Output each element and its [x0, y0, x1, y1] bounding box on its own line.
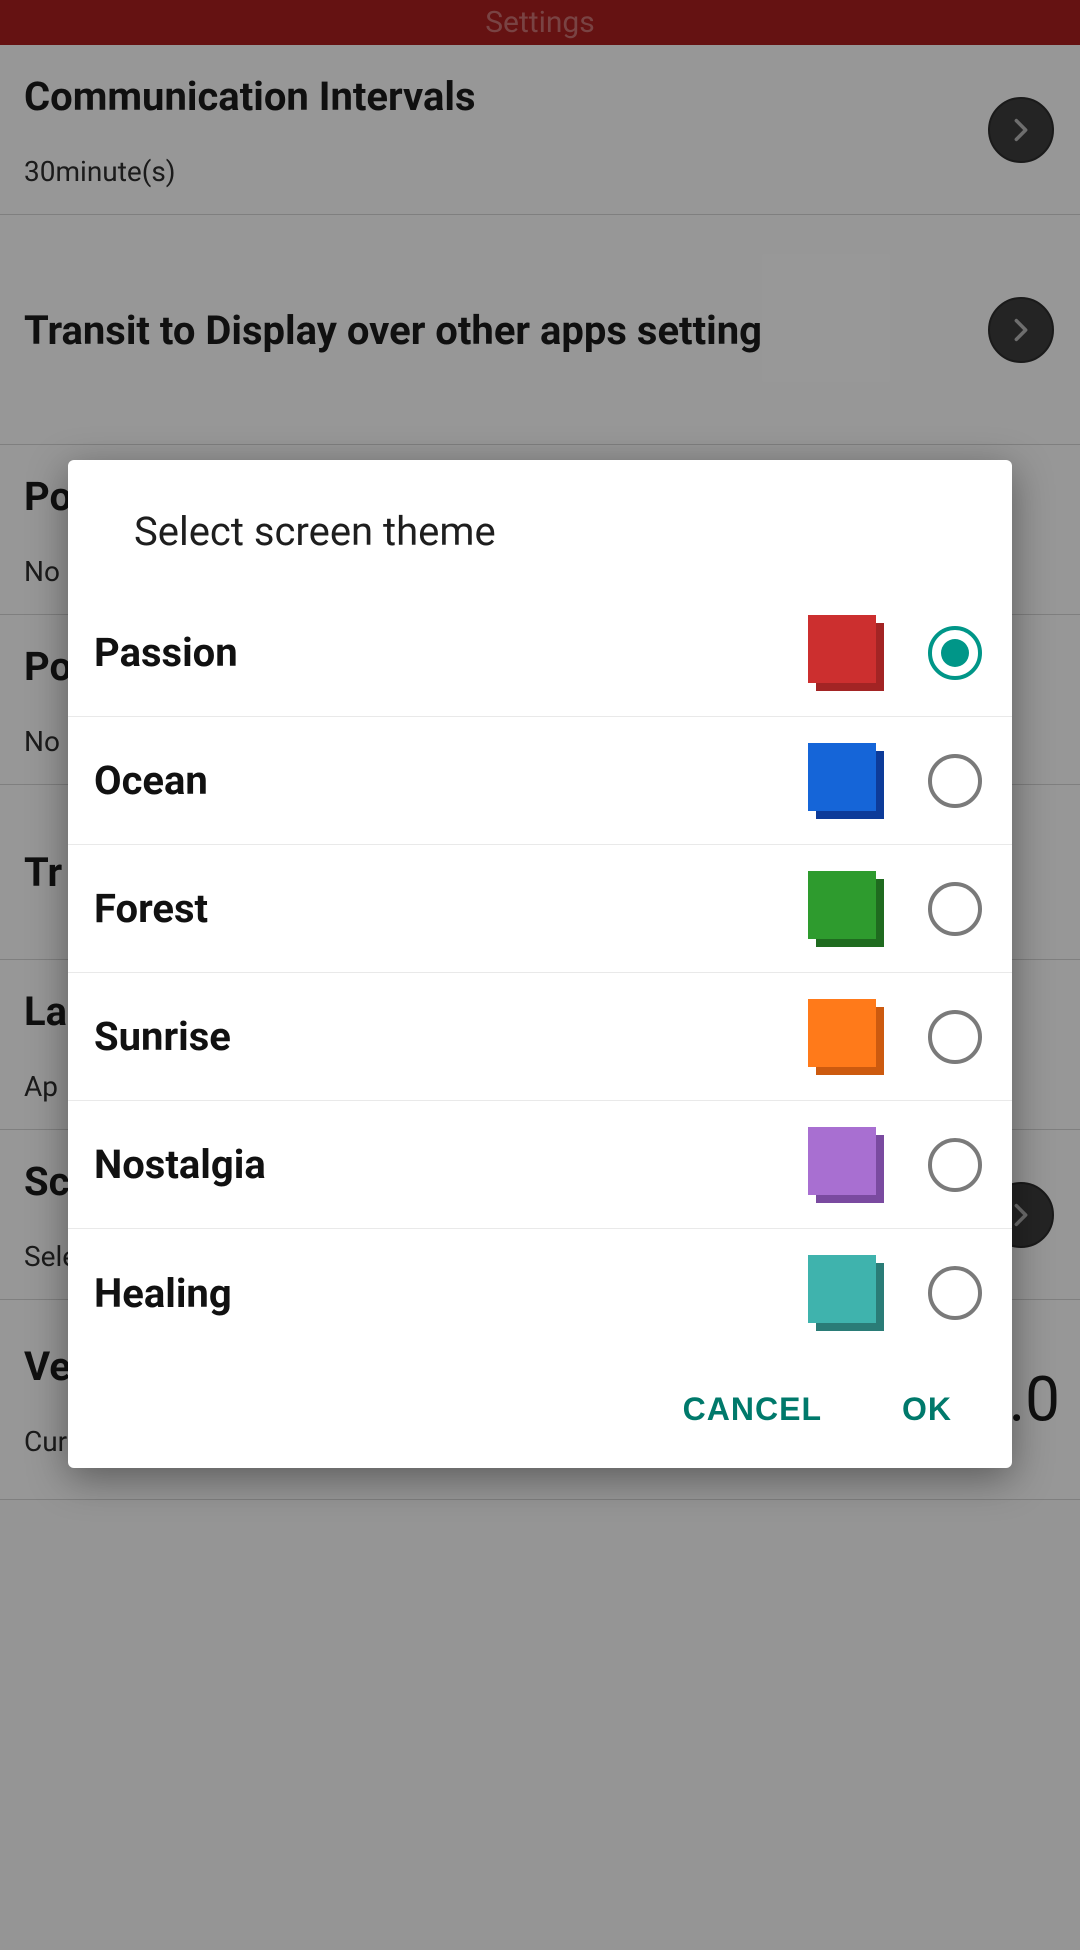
ok-button[interactable]: OK — [902, 1391, 952, 1428]
theme-swatch-icon — [808, 1255, 884, 1331]
cancel-button[interactable]: CANCEL — [683, 1391, 822, 1428]
theme-swatch-icon — [808, 871, 884, 947]
theme-radio[interactable] — [928, 1138, 982, 1192]
theme-radio[interactable] — [928, 626, 982, 680]
theme-options-list: Passion Ocean Forest Sunrise Nostalgia Healin… — [68, 589, 1012, 1357]
theme-option-label: Passion — [94, 629, 808, 676]
theme-swatch-icon — [808, 743, 884, 819]
theme-option-label: Forest — [94, 885, 808, 932]
theme-radio[interactable] — [928, 754, 982, 808]
theme-option-healing[interactable]: Healing — [68, 1229, 1012, 1357]
theme-option-forest[interactable]: Forest — [68, 845, 1012, 973]
theme-option-ocean[interactable]: Ocean — [68, 717, 1012, 845]
theme-option-label: Ocean — [94, 757, 808, 804]
theme-option-sunrise[interactable]: Sunrise — [68, 973, 1012, 1101]
theme-option-passion[interactable]: Passion — [68, 589, 1012, 717]
dialog-actions: CANCEL OK — [68, 1357, 1012, 1468]
select-theme-dialog: Select screen theme Passion Ocean Forest Su… — [68, 460, 1012, 1468]
theme-swatch-icon — [808, 1127, 884, 1203]
theme-option-label: Healing — [94, 1270, 808, 1317]
theme-swatch-icon — [808, 999, 884, 1075]
theme-radio[interactable] — [928, 882, 982, 936]
theme-radio[interactable] — [928, 1010, 982, 1064]
theme-radio[interactable] — [928, 1266, 982, 1320]
theme-option-nostalgia[interactable]: Nostalgia — [68, 1101, 1012, 1229]
theme-option-label: Nostalgia — [94, 1141, 808, 1188]
theme-option-label: Sunrise — [94, 1013, 808, 1060]
dialog-title: Select screen theme — [68, 460, 1012, 589]
theme-swatch-icon — [808, 615, 884, 691]
